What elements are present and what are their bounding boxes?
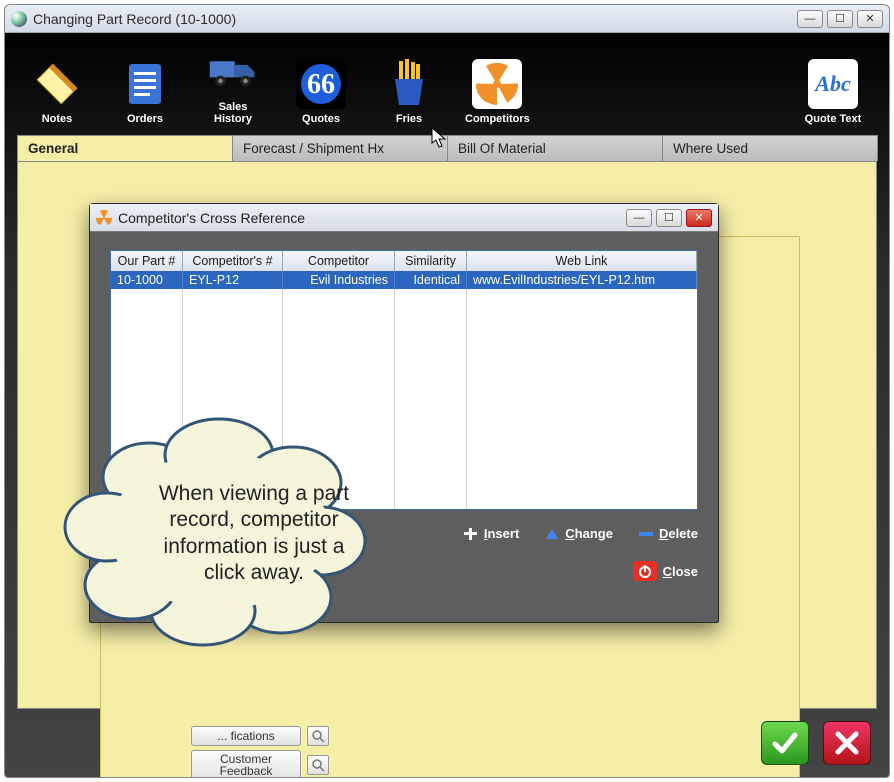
dialog-minimize-button[interactable]: —	[626, 209, 652, 227]
radiation-icon	[96, 210, 112, 226]
tabs: General Forecast / Shipment Hx Bill Of M…	[17, 135, 877, 161]
zoom-icon[interactable]	[307, 726, 329, 746]
cell-weblink: www.EvilIndustries/EYL-P12.htm	[467, 271, 697, 289]
quote-text-icon: Abc	[808, 59, 858, 109]
partial-buttons: ... fications Customer Feedback	[191, 726, 329, 778]
toolbar-competitors[interactable]: Competitors	[465, 59, 529, 125]
grid[interactable]: Our Part # Competitor's # Competitor Sim…	[110, 250, 698, 510]
cell-similarity: Identical	[395, 271, 467, 289]
col-weblink[interactable]: Web Link	[467, 251, 697, 271]
button-label-line2: Feedback	[196, 765, 296, 778]
x-icon	[834, 730, 860, 756]
cancel-button[interactable]	[823, 721, 871, 765]
customer-feedback-button[interactable]: Customer Feedback	[191, 750, 329, 778]
truck-icon	[208, 47, 258, 97]
grid-empty-area	[111, 289, 697, 509]
toolbar-label: Sales History	[201, 101, 265, 125]
maximize-button[interactable]: ☐	[827, 10, 853, 28]
tab-forecast[interactable]: Forecast / Shipment Hx	[232, 135, 448, 161]
minimize-button[interactable]: —	[797, 10, 823, 28]
toolbar-label: Competitors	[465, 113, 529, 125]
cell-competitor: Evil Industries	[283, 271, 395, 289]
toolbar-quote-text[interactable]: Abc Quote Text	[797, 59, 869, 125]
dialog-maximize-button[interactable]: ☐	[656, 209, 682, 227]
toolbar-label: Notes	[25, 113, 89, 125]
toolbar-fries[interactable]: Fries	[377, 59, 441, 125]
svg-text:66: 66	[307, 69, 335, 100]
zoom-icon[interactable]	[307, 755, 329, 775]
orders-icon	[120, 59, 170, 109]
toolbar-sales-history[interactable]: Sales History	[201, 47, 265, 125]
col-competitor-num[interactable]: Competitor's #	[183, 251, 283, 271]
btn-label-rest: nsert	[487, 526, 519, 541]
close-button[interactable]: Close	[633, 561, 698, 581]
footer-actions	[761, 721, 871, 765]
triangle-icon	[545, 528, 559, 540]
window-title: Changing Part Record (10-1000)	[33, 11, 797, 27]
button-label: ... fications	[191, 726, 301, 746]
content-area: Notes Orders Sales History 66 Quotes	[5, 33, 889, 777]
dialog-title: Competitor's Cross Reference	[118, 210, 626, 226]
main-window: Changing Part Record (10-1000) — ☐ ✕ Not…	[4, 4, 890, 778]
toolbar-quotes[interactable]: 66 Quotes	[289, 59, 353, 125]
specifications-button[interactable]: ... fications	[191, 726, 329, 746]
dialog-titlebar: Competitor's Cross Reference — ☐ ✕	[90, 204, 718, 232]
close-button[interactable]: ✕	[857, 10, 883, 28]
plus-icon	[464, 528, 478, 540]
quotes-icon: 66	[296, 59, 346, 109]
tab-where-used[interactable]: Where Used	[662, 135, 878, 161]
toolbar-label: Orders	[113, 113, 177, 125]
col-our-part[interactable]: Our Part #	[111, 251, 183, 271]
grid-row-selected[interactable]: 10-1000 EYL-P12 Evil Industries Identica…	[111, 271, 697, 289]
col-similarity[interactable]: Similarity	[395, 251, 467, 271]
toolbar: Notes Orders Sales History 66 Quotes	[17, 43, 877, 135]
toolbar-notes[interactable]: Notes	[25, 59, 89, 125]
col-competitor[interactable]: Competitor	[283, 251, 395, 271]
competitor-dialog: Competitor's Cross Reference — ☐ ✕ Our P…	[89, 203, 719, 623]
toolbar-label: Quote Text	[797, 113, 869, 125]
cell-competitor-num: EYL-P12	[183, 271, 283, 289]
toolbar-label: Fries	[377, 113, 441, 125]
dialog-close-button[interactable]: ✕	[686, 209, 712, 227]
toolbar-label: Quotes	[289, 113, 353, 125]
titlebar: Changing Part Record (10-1000) — ☐ ✕	[5, 5, 889, 33]
tab-general[interactable]: General	[17, 135, 233, 161]
cell-our-part: 10-1000	[111, 271, 183, 289]
check-icon	[771, 729, 799, 757]
tab-bom[interactable]: Bill Of Material	[447, 135, 663, 161]
dialog-action-row: Insert Change Delete	[110, 526, 698, 541]
power-icon	[638, 564, 652, 578]
toolbar-orders[interactable]: Orders	[113, 59, 177, 125]
change-button[interactable]: Change	[545, 526, 613, 541]
fries-icon	[384, 59, 434, 109]
minus-icon	[639, 529, 653, 539]
app-icon	[11, 11, 27, 27]
insert-button[interactable]: Insert	[464, 526, 519, 541]
delete-button[interactable]: Delete	[639, 526, 698, 541]
dialog-body: Our Part # Competitor's # Competitor Sim…	[90, 232, 718, 593]
grid-header: Our Part # Competitor's # Competitor Sim…	[111, 251, 697, 271]
notes-icon	[32, 59, 82, 109]
ok-button[interactable]	[761, 721, 809, 765]
radiation-icon	[472, 59, 522, 109]
